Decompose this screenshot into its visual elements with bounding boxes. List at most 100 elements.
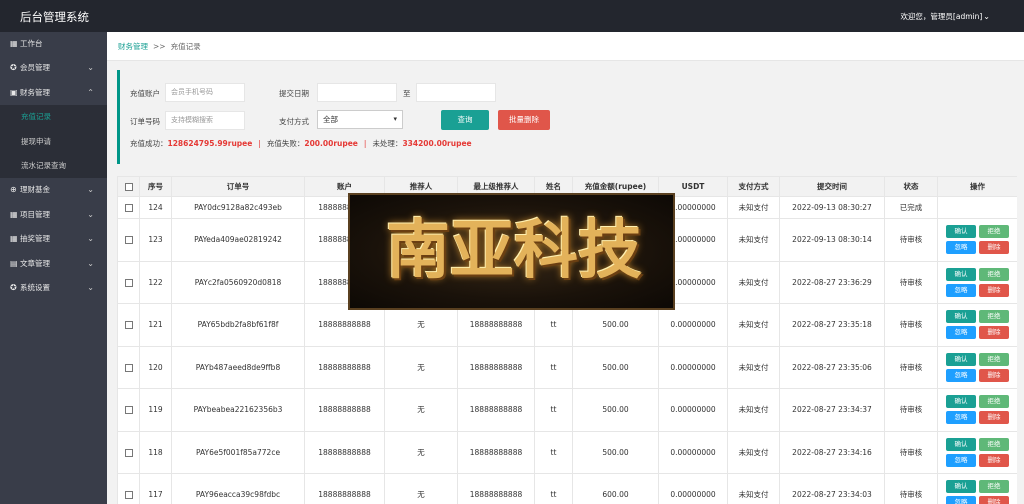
ignore-button[interactable]: 忽略	[946, 411, 976, 425]
row-select[interactable]	[117, 388, 140, 432]
reject-button[interactable]: 拒绝	[979, 352, 1009, 366]
row-order: PAYb487aeed8de9ffb8	[171, 345, 305, 389]
delete-button[interactable]: 删除	[979, 326, 1009, 340]
row-checkbox[interactable]	[124, 406, 133, 415]
delete-button[interactable]: 删除	[979, 283, 1009, 297]
sidebar-subitem-recharge-records[interactable]: 充值记录	[0, 105, 107, 129]
failed-value: 200.00rupee	[304, 139, 358, 148]
failed-label: 充值失败：	[266, 139, 305, 148]
search-button[interactable]: 查询	[441, 110, 489, 130]
row-order: PAY0dc9128a82c493eb	[171, 196, 305, 219]
ignore-button[interactable]: 忽略	[946, 496, 976, 504]
row-status: 待审核	[884, 430, 938, 474]
pay-method-label: 支付方式	[279, 117, 309, 126]
select-all-checkbox[interactable]	[124, 183, 133, 191]
delete-button[interactable]: 删除	[979, 496, 1009, 504]
confirm-button[interactable]: 确认	[946, 395, 976, 409]
row-top-referrer: 18888888888	[457, 430, 535, 474]
row-checkbox[interactable]	[124, 204, 133, 212]
row-order: PAYeda409ae02819242	[171, 218, 305, 262]
chevron-down-icon: ⌄	[87, 258, 94, 268]
watermark-logo: 南亚科技	[348, 193, 675, 310]
ignore-button[interactable]: 忽略	[946, 453, 976, 467]
date-end-input[interactable]	[416, 83, 496, 102]
row-amount: 500.00	[572, 388, 659, 432]
row-checkbox[interactable]	[124, 448, 133, 457]
row-id: 119	[139, 388, 172, 432]
confirm-button[interactable]: 确认	[946, 310, 976, 324]
row-id: 121	[139, 303, 172, 347]
confirm-button[interactable]: 确认	[946, 267, 976, 281]
delete-button[interactable]: 删除	[979, 453, 1009, 467]
pay-method-select[interactable]: 全部 ▾	[317, 110, 403, 129]
dashboard-icon: ▦	[10, 39, 18, 48]
sidebar-item-label: 项目管理	[20, 209, 50, 219]
sidebar-subitem-withdraw-requests[interactable]: 提现申请	[0, 130, 107, 154]
row-checkbox[interactable]	[124, 363, 133, 372]
row-select[interactable]	[117, 473, 140, 504]
sidebar-subitem-flow-records[interactable]: 流水记录查询	[0, 154, 107, 178]
row-amount: 600.00	[572, 473, 659, 504]
row-select[interactable]	[117, 303, 140, 347]
breadcrumb-link-finance[interactable]: 财务管理	[118, 42, 148, 51]
row-usdt: 0.00000000	[658, 430, 728, 474]
date-start-input[interactable]	[317, 83, 397, 102]
batch-delete-button[interactable]: 批量删除	[498, 110, 550, 130]
row-account: 18888888888	[304, 345, 385, 389]
row-checkbox[interactable]	[124, 321, 133, 330]
reject-button[interactable]: 拒绝	[979, 437, 1009, 451]
article-icon: ▤	[10, 258, 18, 268]
sidebar-item-articles[interactable]: ▤ 文章管理 ⌄	[0, 252, 107, 276]
row-method: 未知支付	[727, 303, 780, 347]
confirm-button[interactable]: 确认	[946, 437, 976, 451]
ignore-button[interactable]: 忽略	[946, 283, 976, 297]
chevron-up-icon: ⌃	[87, 87, 94, 97]
row-select[interactable]	[117, 260, 140, 304]
sidebar-item-system-settings[interactable]: ✪ 系统设置 ⌄	[0, 276, 107, 300]
confirm-button[interactable]: 确认	[946, 225, 976, 239]
sidebar-item-finance[interactable]: ▣ 财务管理 ⌃	[0, 81, 107, 105]
delete-button[interactable]: 删除	[979, 241, 1009, 255]
delete-button[interactable]: 删除	[979, 368, 1009, 382]
sidebar-item-lottery[interactable]: ▦ 抽奖管理 ⌄	[0, 227, 107, 251]
confirm-button[interactable]: 确认	[946, 352, 976, 366]
ignore-button[interactable]: 忽略	[946, 368, 976, 382]
account-input[interactable]: 会员手机号码	[165, 83, 245, 102]
row-select[interactable]	[117, 196, 140, 219]
row-select[interactable]	[117, 218, 140, 262]
row-referrer: 无	[384, 388, 458, 432]
reject-button[interactable]: 拒绝	[979, 267, 1009, 281]
row-checkbox[interactable]	[124, 491, 133, 500]
row-time: 2022-08-27 23:34:03	[779, 473, 885, 504]
row-status: 待审核	[884, 345, 938, 389]
user-menu[interactable]: 欢迎您，管理员[admin]⌄	[900, 11, 990, 22]
sidebar-item-projects[interactable]: ▦ 项目管理 ⌄	[0, 203, 107, 227]
sidebar-item-funds[interactable]: ⊕ 理财基金 ⌄	[0, 178, 107, 202]
reject-button[interactable]: 拒绝	[979, 225, 1009, 239]
sidebar-item-members[interactable]: ✪ 会员管理 ⌄	[0, 56, 107, 80]
row-name: tt	[534, 345, 573, 389]
order-label: 订单号码	[130, 117, 160, 126]
row-select[interactable]	[117, 345, 140, 389]
header-select-all[interactable]	[117, 176, 140, 197]
sidebar-item-dashboard[interactable]: ▦ 工作台	[0, 32, 107, 56]
row-checkbox[interactable]	[124, 236, 133, 245]
row-account: 18888888888	[304, 430, 385, 474]
row-method: 未知支付	[727, 473, 780, 504]
row-id: 120	[139, 345, 172, 389]
row-order: PAY65bdb2fa8bf61f8f	[171, 303, 305, 347]
delete-button[interactable]: 删除	[979, 411, 1009, 425]
reject-button[interactable]: 拒绝	[979, 480, 1009, 494]
ignore-button[interactable]: 忽略	[946, 241, 976, 255]
reject-button[interactable]: 拒绝	[979, 310, 1009, 324]
row-ops-group: 确认 拒绝 忽略 删除	[946, 310, 1009, 340]
row-time: 2022-09-13 08:30:27	[779, 196, 885, 219]
row-checkbox[interactable]	[124, 278, 133, 287]
reject-button[interactable]: 拒绝	[979, 395, 1009, 409]
ignore-button[interactable]: 忽略	[946, 326, 976, 340]
row-method: 未知支付	[727, 345, 780, 389]
confirm-button[interactable]: 确认	[946, 480, 976, 494]
row-time: 2022-08-27 23:34:37	[779, 388, 885, 432]
order-input[interactable]: 支持模糊搜索	[165, 111, 245, 130]
row-select[interactable]	[117, 430, 140, 474]
